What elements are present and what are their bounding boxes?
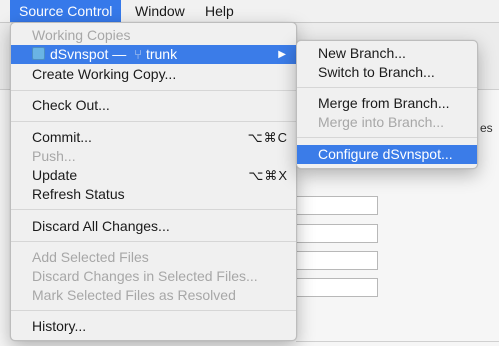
divider [296,341,499,342]
menu-item-switch-branch[interactable]: Switch to Branch... [297,63,477,82]
section-header-working-copies: Working Copies [32,27,131,43]
menu-separator [297,87,477,88]
menu-item-new-branch[interactable]: New Branch... [297,44,477,63]
update-shortcut: ⌥⌘X [248,168,288,183]
menu-item-refresh-status[interactable]: Refresh Status [11,185,296,204]
folder-icon [32,47,45,60]
menu-item-push: Push... [32,148,76,164]
menu-item-add-selected: Add Selected Files [32,249,149,265]
menu-item-merge-from-branch[interactable]: Merge from Branch... [297,94,477,113]
working-copy-branch: trunk [145,46,178,62]
background-field[interactable] [296,196,378,215]
menu-item-discard-selected: Discard Changes in Selected Files... [32,268,258,284]
menu-item-history[interactable]: History... [11,317,296,336]
menu-item-check-out[interactable]: Check Out... [11,96,296,115]
background-text-fragment: es [480,121,493,135]
menu-item-update[interactable]: Update ⌥⌘X [11,166,296,185]
menu-separator [11,90,296,91]
menu-help[interactable]: Help [196,0,243,22]
background-field[interactable] [296,278,378,297]
menu-item-merge-into-branch: Merge into Branch... [318,114,445,130]
menu-window[interactable]: Window [126,0,194,22]
menu-item-commit[interactable]: Commit... ⌥⌘C [11,128,296,147]
source-control-menu: Working Copies dSvnspot — ⑂ trunk ▶ Creat… [10,22,297,341]
menu-separator [297,137,477,138]
commit-shortcut: ⌥⌘C [247,130,288,145]
menu-separator [11,209,296,210]
working-copy-dash: — [112,46,127,62]
branch-icon: ⑂ [134,47,142,62]
background-field[interactable] [296,224,378,243]
menu-bar: Source Control Window Help [0,0,499,23]
menu-separator [11,241,296,242]
menu-item-configure[interactable]: Configure dSvnspot... [297,145,477,164]
background-field[interactable] [296,251,378,270]
menu-separator [11,310,296,311]
working-copy-name: dSvnspot [50,46,109,62]
menu-item-mark-resolved: Mark Selected Files as Resolved [32,287,236,303]
menu-separator [11,121,296,122]
menu-source-control[interactable]: Source Control [10,0,122,22]
menu-item-discard-all[interactable]: Discard All Changes... [11,217,296,236]
submenu-arrow-icon: ▶ [278,49,286,60]
menu-item-working-copy[interactable]: dSvnspot — ⑂ trunk ▶ [11,45,296,64]
menu-item-create-working-copy[interactable]: Create Working Copy... [11,65,296,84]
branch-submenu: New Branch... Switch to Branch... Merge … [296,40,478,169]
